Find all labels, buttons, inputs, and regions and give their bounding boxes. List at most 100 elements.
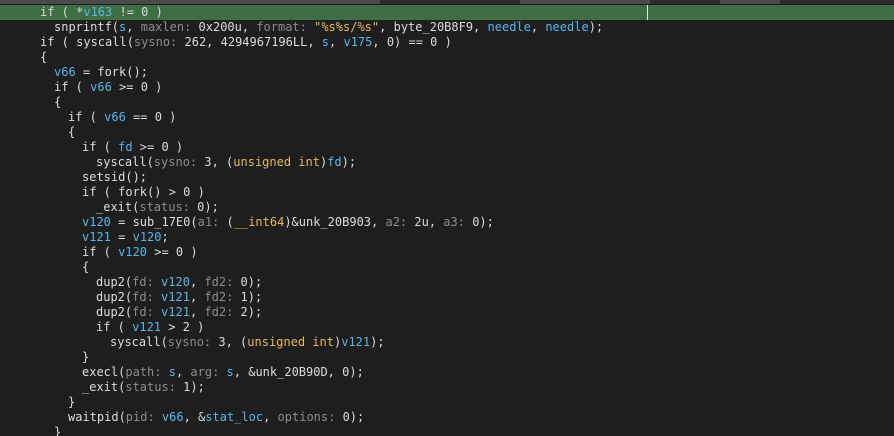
param-hint-token: format: xyxy=(256,20,315,34)
variable-token[interactable]: v66 xyxy=(104,110,126,124)
code-line[interactable]: if ( fd >= 0 ) xyxy=(0,140,894,155)
code-token: if ( xyxy=(82,140,119,154)
code-token: , xyxy=(263,410,278,424)
variable-token[interactable]: s xyxy=(322,35,329,49)
pseudocode-editor[interactable]: if ( *v163 != 0 ) snprintf(s, maxlen: 0x2… xyxy=(0,0,894,436)
code-line-content: execl(path: s, arg: s, &unk_20B90D, 0); xyxy=(82,365,364,380)
code-line[interactable]: if ( *v163 != 0 ) xyxy=(0,5,894,20)
code-line-content: dup2(fd: v121, fd2: 1); xyxy=(96,290,262,305)
code-line[interactable]: { xyxy=(0,95,894,110)
code-line[interactable]: v120 = sub_17E0(a1: (__int64)&unk_20B903… xyxy=(0,215,894,230)
code-token: { xyxy=(68,125,76,139)
code-line[interactable]: { xyxy=(0,260,894,275)
code-line-content: dup2(fd: v120, fd2: 0); xyxy=(96,275,262,290)
variable-token[interactable]: v121 xyxy=(161,290,190,304)
code-token: 0); xyxy=(197,200,219,214)
param-hint-token: path: xyxy=(125,365,169,379)
code-line[interactable]: syscall(sysno: 3, (unsigned int)v121); xyxy=(0,335,894,350)
param-hint-token: a3: xyxy=(443,215,473,229)
code-line[interactable]: } xyxy=(0,395,894,410)
variable-token[interactable]: s xyxy=(227,365,234,379)
code-token: 1); xyxy=(183,380,205,394)
code-token: = sub_17E0( xyxy=(110,215,198,229)
code-token: 262, 4294967196LL, xyxy=(184,35,322,49)
variable-token[interactable]: v66 xyxy=(162,410,184,424)
variable-token[interactable]: v121 xyxy=(132,320,161,334)
code-line[interactable]: dup2(fd: v121, fd2: 2); xyxy=(0,305,894,320)
variable-token[interactable]: v175 xyxy=(343,35,372,49)
code-line[interactable]: dup2(fd: v121, fd2: 1); xyxy=(0,290,894,305)
variable-token[interactable]: s xyxy=(169,365,176,379)
code-line[interactable]: v121 = v120; xyxy=(0,230,894,245)
code-line-content: v121 = v120; xyxy=(82,230,169,245)
type-token: unsigned int xyxy=(247,335,334,349)
variable-token[interactable]: needle xyxy=(488,20,531,34)
string-token: "%s%s/%s" xyxy=(314,20,380,34)
param-hint-token: a2: xyxy=(385,215,415,229)
param-hint-token: options: xyxy=(277,410,343,424)
variable-token[interactable]: fd xyxy=(118,140,132,154)
code-line[interactable]: v66 = fork(); xyxy=(0,65,894,80)
code-line-content: setsid(); xyxy=(82,170,147,185)
code-line[interactable]: { xyxy=(0,50,894,65)
code-token: dup2( xyxy=(96,290,133,304)
variable-token[interactable]: v120 xyxy=(161,275,190,289)
code-token: >= 0 ) xyxy=(132,140,184,154)
code-token: syscall( xyxy=(96,155,154,169)
code-line[interactable]: if ( v66 == 0 ) xyxy=(0,110,894,125)
code-line-content: if ( v66 == 0 ) xyxy=(68,110,176,125)
code-token: if ( * xyxy=(40,5,84,19)
param-hint-token: fd2: xyxy=(204,305,241,319)
code-line[interactable]: setsid(); xyxy=(0,170,894,185)
code-line[interactable]: if ( fork() > 0 ) xyxy=(0,185,894,200)
param-hint-token: a1: xyxy=(197,215,227,229)
code-line[interactable]: snprintf(s, maxlen: 0x200u, format: "%s%… xyxy=(0,20,894,35)
code-line-content: } xyxy=(68,395,75,410)
code-line-content: waitpid(pid: v66, &stat_loc, options: 0)… xyxy=(68,410,364,425)
tab-strip xyxy=(0,0,894,4)
code-line[interactable]: if ( v120 >= 0 ) xyxy=(0,245,894,260)
code-line[interactable]: _exit(status: 0); xyxy=(0,200,894,215)
code-line[interactable]: if ( syscall(sysno: 262, 4294967196LL, s… xyxy=(0,35,894,50)
variable-token[interactable]: v66 xyxy=(54,65,76,79)
variable-token[interactable]: needle xyxy=(545,20,588,34)
code-line-content: if ( syscall(sysno: 262, 4294967196LL, s… xyxy=(40,35,452,50)
code-line[interactable]: if ( v121 > 2 ) xyxy=(0,320,894,335)
variable-token[interactable]: v163 xyxy=(83,5,112,19)
code-token: if ( xyxy=(68,110,105,124)
param-hint-token: status: xyxy=(139,200,198,214)
code-line[interactable]: syscall(sysno: 3, (unsigned int)fd); xyxy=(0,155,894,170)
param-hint-token: fd2: xyxy=(204,275,241,289)
variable-token[interactable]: fd xyxy=(327,155,341,169)
variable-token[interactable]: v121 xyxy=(82,230,111,244)
code-line[interactable]: if ( v66 >= 0 ) xyxy=(0,80,894,95)
variable-token[interactable]: v121 xyxy=(161,305,190,319)
code-line[interactable]: dup2(fd: v120, fd2: 0); xyxy=(0,275,894,290)
code-token: dup2( xyxy=(96,275,133,289)
code-line[interactable]: } xyxy=(0,425,894,436)
code-line[interactable]: _exit(status: 1); xyxy=(0,380,894,395)
code-line[interactable]: waitpid(pid: v66, &stat_loc, options: 0)… xyxy=(0,410,894,425)
code-token: 2); xyxy=(240,305,263,319)
variable-token[interactable]: stat_loc xyxy=(205,410,263,424)
variable-token[interactable]: v120 xyxy=(133,230,162,244)
code-token: , &unk_20B90D, 0); xyxy=(233,365,364,379)
code-line-content: if ( v120 >= 0 ) xyxy=(82,245,198,260)
code-line[interactable]: { xyxy=(0,125,894,140)
param-hint-token: fd: xyxy=(132,305,162,319)
code-line[interactable]: execl(path: s, arg: s, &unk_20B90D, 0); xyxy=(0,365,894,380)
code-line-content: if ( v121 > 2 ) xyxy=(96,320,204,335)
variable-token[interactable]: v120 xyxy=(118,245,147,259)
type-token: unsigned int xyxy=(233,155,320,169)
code-line[interactable]: } xyxy=(0,350,894,365)
param-hint-token: sysno: xyxy=(167,335,219,349)
tab-strip-segment xyxy=(0,0,380,4)
code-token: 3, ( xyxy=(218,335,248,349)
variable-token[interactable]: v66 xyxy=(90,80,112,94)
code-token: _exit( xyxy=(96,200,140,214)
variable-token[interactable]: v120 xyxy=(82,215,111,229)
code-token: , xyxy=(189,305,205,319)
variable-token[interactable]: v121 xyxy=(341,335,370,349)
code-token: , xyxy=(189,275,205,289)
code-token: , byte_20B8F9, xyxy=(379,20,488,34)
